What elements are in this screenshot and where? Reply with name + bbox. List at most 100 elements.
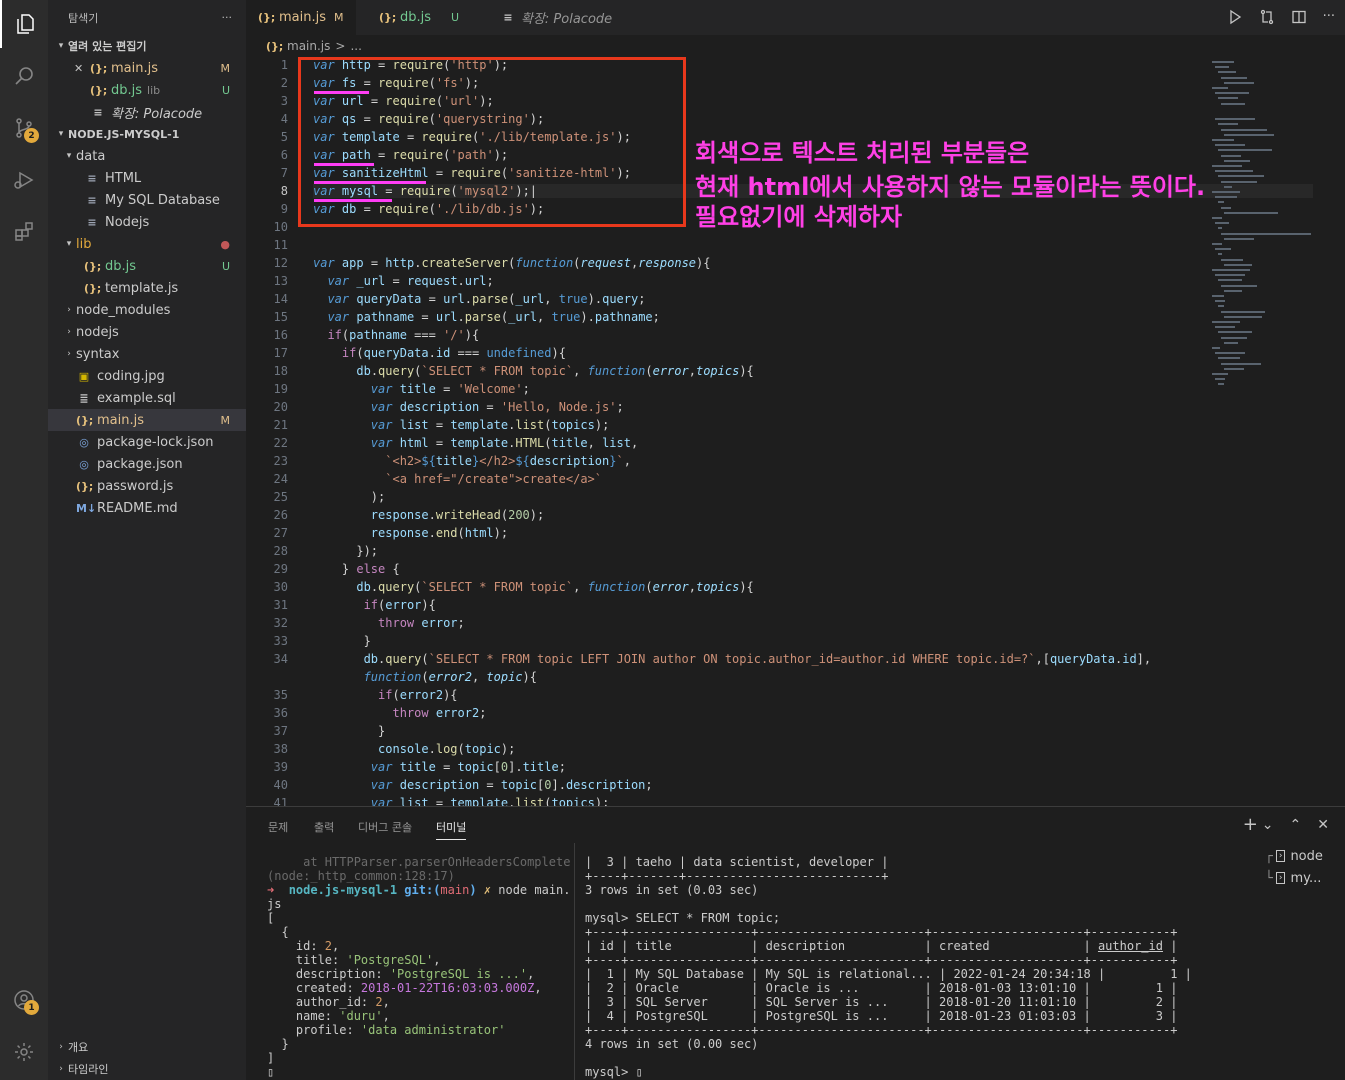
minimap-line	[1218, 71, 1236, 74]
close-icon[interactable]: ✕	[74, 62, 90, 75]
minimap-line	[1224, 315, 1262, 318]
project-header[interactable]: ▾ NODE.JS-MYSQL-1	[48, 123, 246, 145]
untracked-badge: U	[221, 83, 230, 97]
code-line: var title = 'Welcome';	[370, 382, 530, 396]
explorer-more-icon[interactable]: ···	[222, 11, 233, 24]
tree-item[interactable]: › nodejs	[48, 321, 246, 343]
tab-main-js[interactable]: (}; main.js M	[246, 0, 356, 35]
tree-item-label: Nodejs	[105, 214, 150, 230]
minimap-line	[1212, 269, 1250, 271]
tab-debug-console[interactable]: 디버그 콘솔	[358, 819, 412, 835]
settings-gear-icon[interactable]	[0, 1028, 48, 1076]
outline-header[interactable]: › 개요	[48, 1036, 246, 1058]
tree-branch-icon: └	[1265, 870, 1273, 886]
terminal-right[interactable]: | 3 | taeho | data scientist, developer …	[585, 855, 1192, 1079]
account-icon[interactable]: 1	[0, 976, 48, 1024]
compare-changes-icon[interactable]	[1259, 9, 1275, 25]
minimap-line	[1218, 227, 1222, 230]
minimap-line	[1215, 378, 1225, 381]
minimap-line	[1218, 97, 1238, 100]
open-editors-header[interactable]: ▾ 열려 있는 편집기	[48, 35, 246, 57]
modified-badge: M	[220, 413, 231, 427]
tab-problems[interactable]: 문제	[268, 819, 288, 835]
minimap-line	[1212, 243, 1222, 245]
timeline-header[interactable]: › 타임라인	[48, 1058, 246, 1080]
minimap[interactable]	[1212, 57, 1311, 417]
tree-item-label: nodejs	[76, 324, 119, 340]
tree-item[interactable]: ◎ package.json	[48, 453, 246, 475]
terminal-dropdown-icon[interactable]: ⌄	[1262, 817, 1274, 835]
tree-item[interactable]: ▾ lib ●	[48, 233, 246, 255]
tree-item[interactable]: ≣ example.sql	[48, 387, 246, 409]
tab-output[interactable]: 출력	[314, 819, 334, 835]
open-editor-item[interactable]: ≡ 확장: Polacode	[48, 101, 246, 123]
tab-polacode[interactable]: ≡ 확장: Polacode	[488, 0, 624, 35]
maximize-panel-icon[interactable]: ⌃	[1290, 817, 1302, 835]
open-editor-label: main.js	[111, 60, 158, 76]
line-number: 39	[273, 760, 288, 774]
explorer-sidebar: 탐색기 ··· ▾ 열려 있는 편집기 ✕ (}; main.js M (}; …	[48, 0, 246, 1080]
minimap-line	[1221, 310, 1265, 313]
tree-item[interactable]: M↓ README.md	[48, 497, 246, 519]
tree-item[interactable]: (}; db.js U	[48, 255, 246, 277]
minimap-line	[1224, 341, 1238, 344]
tree-item[interactable]: ▾ data	[48, 145, 246, 167]
tree-item[interactable]: (}; main.js M	[48, 409, 246, 431]
run-icon[interactable]	[1227, 9, 1243, 25]
open-editor-folder: lib	[147, 83, 161, 97]
breadcrumb-file[interactable]: main.js	[287, 39, 330, 53]
new-terminal-icon[interactable]: +	[1243, 814, 1258, 835]
js-file-icon: (};	[90, 61, 108, 75]
open-editor-item[interactable]: ✕ (}; main.js M	[48, 57, 246, 79]
minimap-line	[1224, 367, 1244, 370]
js-file-icon: (};	[76, 413, 94, 427]
tree-item[interactable]: ≡ HTML	[48, 167, 246, 189]
breadcrumb-more[interactable]: ...	[350, 39, 361, 53]
minimap-line	[1212, 295, 1224, 297]
code-editor[interactable]: 1 2 3 4 5 6 7 8 9 10 11 12 13 14 15 16 17 18 19 20 21 22 23 24 2…	[246, 57, 1345, 806]
js-file-icon: (};	[84, 259, 102, 273]
line-number: 30	[273, 580, 288, 594]
minimap-line	[1218, 279, 1242, 282]
extensions-icon[interactable]	[0, 208, 48, 256]
terminal-list-item[interactable]: ┌ › node	[1265, 845, 1341, 867]
terminal-name: node	[1290, 848, 1323, 864]
tab-terminal[interactable]: 터미널	[436, 819, 467, 840]
js-file-icon: (};	[76, 479, 94, 493]
explorer-title: 탐색기	[68, 11, 99, 25]
terminal-list-item[interactable]: └ › my...	[1265, 867, 1341, 889]
tab-db-js[interactable]: (}; db.js U	[367, 0, 471, 35]
tree-item[interactable]: › node_modules	[48, 299, 246, 321]
close-panel-icon[interactable]: ✕	[1317, 817, 1329, 835]
tree-item[interactable]: ≡ Nodejs	[48, 211, 246, 233]
minimap-line	[1215, 300, 1225, 303]
json-file-icon: ◎	[79, 435, 89, 449]
code-line: var queryData = url.parse(_url, true).qu…	[327, 292, 646, 306]
code-line: throw error2;	[392, 706, 487, 720]
terminal-left[interactable]: at HTTPParser.parserOnHeadersComplete (n…	[267, 855, 571, 1079]
search-icon[interactable]	[0, 52, 48, 100]
line-number: 27	[273, 526, 288, 540]
open-editor-item[interactable]: (}; db.js lib U	[48, 79, 246, 101]
source-control-icon[interactable]: 2	[0, 104, 48, 152]
line-number: 34	[273, 652, 288, 666]
minimap-line	[1221, 102, 1245, 105]
tree-item[interactable]: ◎ package-lock.json	[48, 431, 246, 453]
line-number: 1	[280, 58, 288, 72]
split-editor-icon[interactable]	[1291, 9, 1307, 25]
minimap-line	[1215, 222, 1229, 225]
tree-item[interactable]: › syntax	[48, 343, 246, 365]
minimap-line	[1215, 118, 1255, 121]
tree-item[interactable]: (}; template.js	[48, 277, 246, 299]
code-line: var description = topic[0].description;	[370, 778, 653, 792]
explorer-icon[interactable]	[0, 0, 48, 48]
tree-item[interactable]: ▣ coding.jpg	[48, 365, 246, 387]
tree-item[interactable]: (}; password.js	[48, 475, 246, 497]
tab-label: db.js	[400, 10, 432, 25]
minimap-line	[1224, 185, 1232, 188]
more-actions-icon[interactable]: ···	[1323, 9, 1335, 25]
run-debug-icon[interactable]	[0, 156, 48, 204]
line-number: 17	[273, 346, 288, 360]
tree-item[interactable]: ≡ My SQL Database	[48, 189, 246, 211]
account-badge: 1	[24, 1000, 39, 1015]
